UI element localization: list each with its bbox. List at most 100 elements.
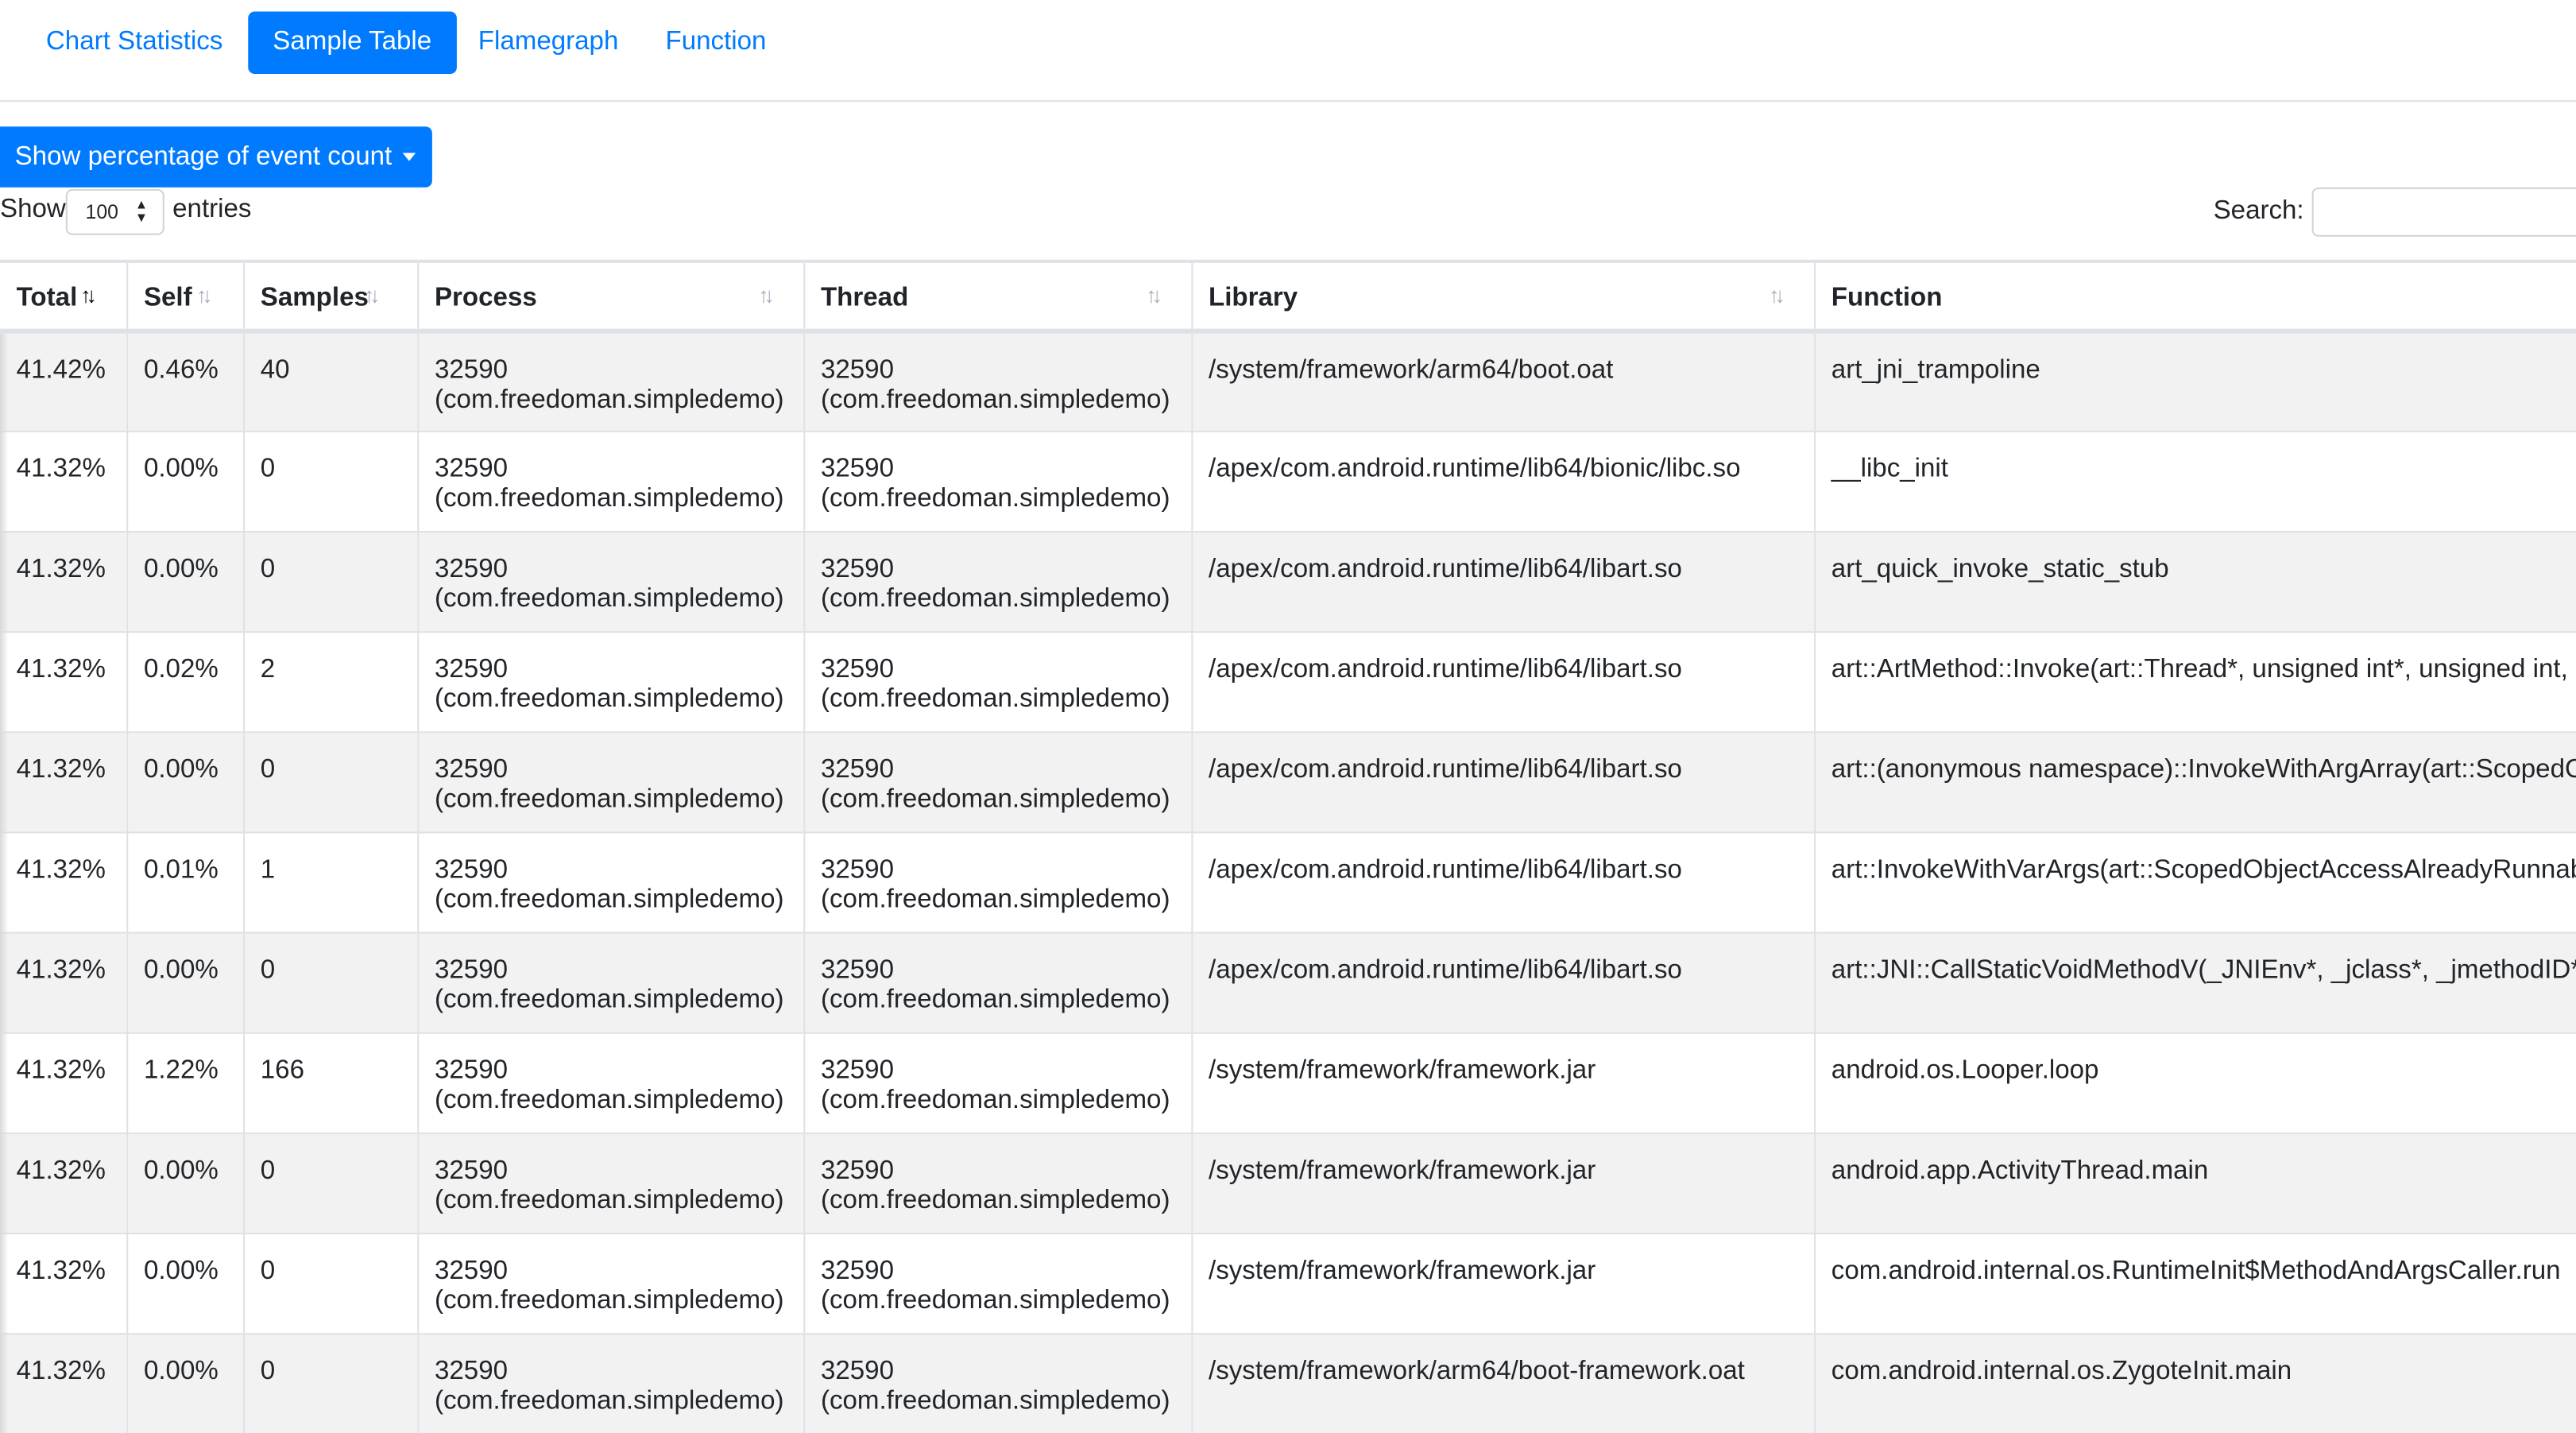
entries-label: entries — [172, 196, 252, 224]
cell-process: 32590 (com.freedoman.simpledemo) — [417, 831, 805, 933]
cell-thread: 32590 (com.freedoman.simpledemo) — [803, 430, 1193, 532]
cell-total: 41.32% — [0, 831, 128, 933]
table-row[interactable]: 41.32% 0.00% 0 32590 (com.freedoman.simpl… — [0, 731, 2576, 833]
caret-down-icon — [401, 153, 416, 162]
table-row[interactable]: 41.32% 0.00% 0 32590 (com.freedoman.simpl… — [0, 1132, 2576, 1234]
entries-per-page-value: 100 — [85, 200, 118, 224]
cell-samples: 0 — [243, 430, 419, 532]
column-header-self[interactable]: Self ↑↓ — [126, 259, 245, 333]
cell-total: 41.32% — [0, 1132, 128, 1234]
cell-process: 32590 (com.freedoman.simpledemo) — [417, 931, 805, 1033]
cell-thread: 32590 (com.freedoman.simpledemo) — [803, 1233, 1193, 1334]
table-row[interactable]: 41.42% 0.46% 40 32590 (com.freedoman.simp… — [0, 330, 2576, 432]
cell-library: /apex/com.android.runtime/lib64/libart.s… — [1191, 931, 1816, 1033]
sort-arrows-icon: ↑↓ — [758, 282, 775, 308]
sort-arrows-icon: ↑↓ — [364, 282, 381, 308]
cell-total: 41.32% — [0, 631, 128, 733]
cell-process: 32590 (com.freedoman.simpledemo) — [417, 731, 805, 833]
sort-arrows-icon: ↑↓ — [1146, 282, 1162, 308]
cell-samples: 0 — [243, 1333, 419, 1433]
percentage-mode-label: Show percentage of event count — [14, 142, 393, 172]
tab-function[interactable]: Function — [641, 11, 791, 74]
table-header-row: Total ↑↓ Self ↑↓ Samples ↑↓ Process ↑↓ Threa… — [0, 259, 2576, 333]
cell-self: 0.46% — [126, 330, 245, 432]
cell-thread: 32590 (com.freedoman.simpledemo) — [803, 1132, 1193, 1234]
cell-function: android.app.ActivityThread.main — [1814, 1132, 2576, 1234]
cell-total: 41.32% — [0, 1333, 128, 1433]
cell-samples: 40 — [243, 330, 419, 432]
cell-samples: 0 — [243, 1132, 419, 1234]
cell-library: /apex/com.android.runtime/lib64/libart.s… — [1191, 831, 1816, 933]
cell-total: 41.32% — [0, 1233, 128, 1334]
cell-self: 0.01% — [126, 831, 245, 933]
cell-samples: 1 — [243, 831, 419, 933]
table-row[interactable]: 41.32% 0.00% 0 32590 (com.freedoman.simpl… — [0, 1333, 2576, 1433]
table-row[interactable]: 41.32% 0.01% 1 32590 (com.freedoman.simpl… — [0, 831, 2576, 933]
cell-function: art::JNI::CallStaticVoidMethodV(_JNIEnv*… — [1814, 931, 2576, 1033]
cell-library: /system/framework/arm64/boot-framework.o… — [1191, 1333, 1816, 1433]
cell-samples: 0 — [243, 931, 419, 1033]
select-arrows-icon: ▲ ▼ — [134, 197, 149, 226]
cell-total: 41.42% — [0, 330, 128, 432]
cell-total: 41.32% — [0, 1032, 128, 1133]
page: Chart Statistics Sample Table Flamegraph… — [0, 0, 2576, 1433]
cell-total: 41.32% — [0, 530, 128, 633]
cell-self: 0.02% — [126, 631, 245, 733]
column-header-library[interactable]: Library ↑↓ — [1191, 259, 1816, 333]
table-row[interactable]: 41.32% 0.00% 0 32590 (com.freedoman.simpl… — [0, 530, 2576, 633]
table-row[interactable]: 41.32% 1.22% 166 32590 (com.freedoman.sim… — [0, 1032, 2576, 1133]
cell-thread: 32590 (com.freedoman.simpledemo) — [803, 731, 1193, 833]
cell-samples: 2 — [243, 631, 419, 733]
column-header-samples[interactable]: Samples ↑↓ — [243, 259, 419, 333]
cell-process: 32590 (com.freedoman.simpledemo) — [417, 330, 805, 432]
column-header-total[interactable]: Total ↑↓ — [0, 259, 128, 333]
cell-function: com.android.internal.os.RuntimeInit$Meth… — [1814, 1233, 2576, 1334]
sort-desc-icon: ↑↓ — [80, 282, 97, 308]
cell-library: /apex/com.android.runtime/lib64/libart.s… — [1191, 631, 1816, 733]
search-label: Search: — [2213, 197, 2304, 226]
cell-process: 32590 (com.freedoman.simpledemo) — [417, 631, 805, 733]
entries-per-page-select[interactable]: 100 ▲ ▼ — [65, 188, 164, 235]
cell-function: art::ArtMethod::Invoke(art::Thread*, uns… — [1814, 631, 2576, 733]
show-label: Show — [0, 196, 66, 224]
table-row[interactable]: 41.32% 0.00% 0 32590 (com.freedoman.simpl… — [0, 430, 2576, 532]
sample-table: Total ↑↓ Self ↑↓ Samples ↑↓ Process ↑↓ Threa… — [0, 259, 2576, 1433]
tab-chart-statistics[interactable]: Chart Statistics — [21, 11, 248, 74]
cell-process: 32590 (com.freedoman.simpledemo) — [417, 1233, 805, 1334]
tab-flamegraph[interactable]: Flamegraph — [454, 11, 644, 74]
cell-function: __libc_init — [1814, 430, 2576, 532]
cell-self: 0.00% — [126, 931, 245, 1033]
percentage-mode-dropdown[interactable]: Show percentage of event count — [0, 126, 432, 188]
cell-total: 41.32% — [0, 731, 128, 833]
cell-self: 0.00% — [126, 731, 245, 833]
cell-samples: 0 — [243, 731, 419, 833]
column-header-function[interactable]: Function — [1814, 259, 2576, 333]
table-row[interactable]: 41.32% 0.02% 2 32590 (com.freedoman.simpl… — [0, 631, 2576, 733]
cell-self: 0.00% — [126, 1233, 245, 1334]
cell-process: 32590 (com.freedoman.simpledemo) — [417, 430, 805, 532]
column-header-thread[interactable]: Thread ↑↓ — [803, 259, 1193, 333]
cell-function: com.android.internal.os.ZygoteInit.main — [1814, 1333, 2576, 1433]
cell-self: 0.00% — [126, 430, 245, 532]
cell-library: /apex/com.android.runtime/lib64/libart.s… — [1191, 530, 1816, 633]
cell-self: 1.22% — [126, 1032, 245, 1133]
table-row[interactable]: 41.32% 0.00% 0 32590 (com.freedoman.simpl… — [0, 1233, 2576, 1334]
cell-process: 32590 (com.freedoman.simpledemo) — [417, 1032, 805, 1133]
search-input[interactable] — [2311, 187, 2576, 237]
cell-process: 32590 (com.freedoman.simpledemo) — [417, 1132, 805, 1234]
cell-library: /system/framework/arm64/boot.oat — [1191, 330, 1816, 432]
tab-sample-table[interactable]: Sample Table — [248, 11, 457, 75]
table-row[interactable]: 41.32% 0.00% 0 32590 (com.freedoman.simpl… — [0, 931, 2576, 1033]
cell-library: /system/framework/framework.jar — [1191, 1132, 1816, 1234]
cell-function: art::InvokeWithVarArgs(art::ScopedObject… — [1814, 831, 2576, 933]
cell-library: /apex/com.android.runtime/lib64/bionic/l… — [1191, 430, 1816, 532]
tab-bar: Chart Statistics Sample Table Flamegraph… — [0, 0, 2576, 103]
sort-arrows-icon: ↑↓ — [196, 282, 213, 308]
cell-samples: 0 — [243, 530, 419, 633]
cell-process: 32590 (com.freedoman.simpledemo) — [417, 1333, 805, 1433]
cell-library: /system/framework/framework.jar — [1191, 1032, 1816, 1133]
column-header-process[interactable]: Process ↑↓ — [417, 259, 805, 333]
cell-function: art_jni_trampoline — [1814, 330, 2576, 432]
cell-thread: 32590 (com.freedoman.simpledemo) — [803, 631, 1193, 733]
cell-library: /system/framework/framework.jar — [1191, 1233, 1816, 1334]
